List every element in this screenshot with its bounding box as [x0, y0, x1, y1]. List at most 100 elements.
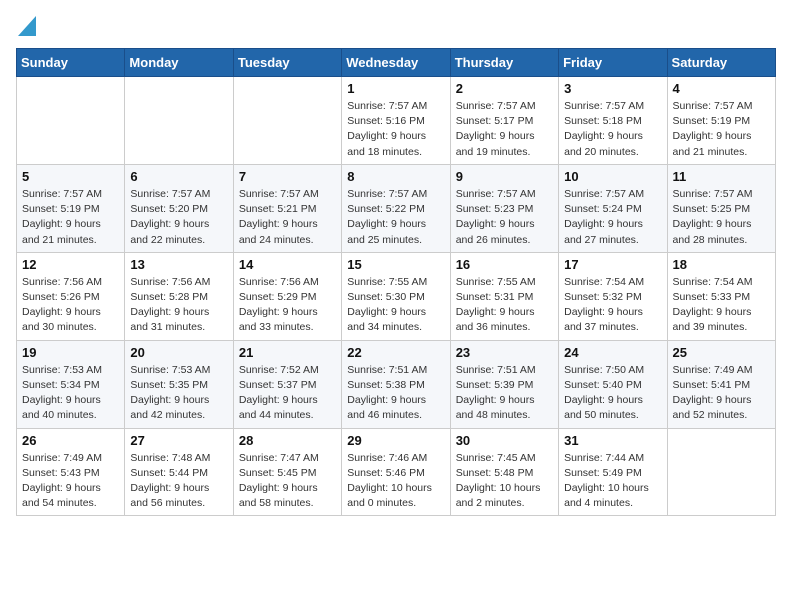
column-header-tuesday: Tuesday — [233, 49, 341, 77]
page-header — [16, 16, 776, 38]
calendar-cell: 22 Sunrise: 7:51 AMSunset: 5:38 PMDayligh… — [342, 340, 450, 428]
day-info: Sunrise: 7:57 AMSunset: 5:16 PMDaylight:… — [347, 99, 444, 160]
day-number: 1 — [347, 81, 444, 96]
calendar-header: SundayMondayTuesdayWednesdayThursdayFrid… — [17, 49, 776, 77]
day-number: 9 — [456, 169, 553, 184]
day-number: 22 — [347, 345, 444, 360]
day-number: 6 — [130, 169, 227, 184]
calendar-cell: 21 Sunrise: 7:52 AMSunset: 5:37 PMDayligh… — [233, 340, 341, 428]
calendar-cell: 18 Sunrise: 7:54 AMSunset: 5:33 PMDayligh… — [667, 252, 775, 340]
calendar-cell — [233, 77, 341, 165]
calendar-cell: 9 Sunrise: 7:57 AMSunset: 5:23 PMDaylight… — [450, 164, 558, 252]
calendar-week-2: 5 Sunrise: 7:57 AMSunset: 5:19 PMDaylight… — [17, 164, 776, 252]
day-info: Sunrise: 7:53 AMSunset: 5:35 PMDaylight:… — [130, 363, 227, 424]
day-info: Sunrise: 7:49 AMSunset: 5:41 PMDaylight:… — [673, 363, 770, 424]
calendar-cell: 20 Sunrise: 7:53 AMSunset: 5:35 PMDayligh… — [125, 340, 233, 428]
logo-icon — [18, 16, 36, 36]
day-number: 10 — [564, 169, 661, 184]
calendar-week-5: 26 Sunrise: 7:49 AMSunset: 5:43 PMDayligh… — [17, 428, 776, 516]
calendar-cell: 31 Sunrise: 7:44 AMSunset: 5:49 PMDayligh… — [559, 428, 667, 516]
calendar-cell: 12Sunrise: 7:56 AMSunset: 5:26 PMDayligh… — [17, 252, 125, 340]
calendar-cell: 19 Sunrise: 7:53 AMSunset: 5:34 PMDayligh… — [17, 340, 125, 428]
calendar-cell: 14Sunrise: 7:56 AMSunset: 5:29 PMDayligh… — [233, 252, 341, 340]
day-info: Sunrise: 7:57 AMSunset: 5:22 PMDaylight:… — [347, 187, 444, 248]
calendar-cell: 25 Sunrise: 7:49 AMSunset: 5:41 PMDayligh… — [667, 340, 775, 428]
day-number: 24 — [564, 345, 661, 360]
day-info: Sunrise: 7:51 AMSunset: 5:38 PMDaylight:… — [347, 363, 444, 424]
day-info: Sunrise: 7:57 AMSunset: 5:19 PMDaylight:… — [22, 187, 119, 248]
day-number: 21 — [239, 345, 336, 360]
calendar-cell: 11 Sunrise: 7:57 AMSunset: 5:25 PMDayligh… — [667, 164, 775, 252]
calendar-week-1: 1 Sunrise: 7:57 AMSunset: 5:16 PMDaylight… — [17, 77, 776, 165]
day-number: 15 — [347, 257, 444, 272]
column-header-sunday: Sunday — [17, 49, 125, 77]
day-info: Sunrise: 7:56 AMSunset: 5:28 PMDaylight:… — [130, 275, 227, 336]
calendar-cell: 27 Sunrise: 7:48 AMSunset: 5:44 PMDayligh… — [125, 428, 233, 516]
day-number: 25 — [673, 345, 770, 360]
day-info: Sunrise: 7:57 AMSunset: 5:20 PMDaylight:… — [130, 187, 227, 248]
day-info: Sunrise: 7:44 AMSunset: 5:49 PMDaylight:… — [564, 451, 661, 512]
calendar-table: SundayMondayTuesdayWednesdayThursdayFrid… — [16, 48, 776, 516]
day-info: Sunrise: 7:55 AMSunset: 5:30 PMDaylight:… — [347, 275, 444, 336]
day-info: Sunrise: 7:57 AMSunset: 5:21 PMDaylight:… — [239, 187, 336, 248]
day-info: Sunrise: 7:52 AMSunset: 5:37 PMDaylight:… — [239, 363, 336, 424]
calendar-cell: 17 Sunrise: 7:54 AMSunset: 5:32 PMDayligh… — [559, 252, 667, 340]
calendar-cell: 5 Sunrise: 7:57 AMSunset: 5:19 PMDaylight… — [17, 164, 125, 252]
day-number: 20 — [130, 345, 227, 360]
day-number: 30 — [456, 433, 553, 448]
day-number: 5 — [22, 169, 119, 184]
calendar-cell: 1 Sunrise: 7:57 AMSunset: 5:16 PMDaylight… — [342, 77, 450, 165]
column-header-wednesday: Wednesday — [342, 49, 450, 77]
day-info: Sunrise: 7:50 AMSunset: 5:40 PMDaylight:… — [564, 363, 661, 424]
day-number: 14 — [239, 257, 336, 272]
day-number: 27 — [130, 433, 227, 448]
day-info: Sunrise: 7:54 AMSunset: 5:33 PMDaylight:… — [673, 275, 770, 336]
day-number: 3 — [564, 81, 661, 96]
day-info: Sunrise: 7:57 AMSunset: 5:25 PMDaylight:… — [673, 187, 770, 248]
calendar-cell: 24 Sunrise: 7:50 AMSunset: 5:40 PMDayligh… — [559, 340, 667, 428]
day-info: Sunrise: 7:57 AMSunset: 5:18 PMDaylight:… — [564, 99, 661, 160]
day-info: Sunrise: 7:49 AMSunset: 5:43 PMDaylight:… — [22, 451, 119, 512]
day-info: Sunrise: 7:57 AMSunset: 5:23 PMDaylight:… — [456, 187, 553, 248]
calendar-cell — [17, 77, 125, 165]
day-number: 29 — [347, 433, 444, 448]
column-header-saturday: Saturday — [667, 49, 775, 77]
day-info: Sunrise: 7:54 AMSunset: 5:32 PMDaylight:… — [564, 275, 661, 336]
day-number: 19 — [22, 345, 119, 360]
day-info: Sunrise: 7:47 AMSunset: 5:45 PMDaylight:… — [239, 451, 336, 512]
day-number: 28 — [239, 433, 336, 448]
calendar-cell: 15 Sunrise: 7:55 AMSunset: 5:30 PMDayligh… — [342, 252, 450, 340]
calendar-cell: 28 Sunrise: 7:47 AMSunset: 5:45 PMDayligh… — [233, 428, 341, 516]
day-info: Sunrise: 7:48 AMSunset: 5:44 PMDaylight:… — [130, 451, 227, 512]
day-info: Sunrise: 7:45 AMSunset: 5:48 PMDaylight:… — [456, 451, 553, 512]
day-number: 7 — [239, 169, 336, 184]
day-info: Sunrise: 7:57 AMSunset: 5:17 PMDaylight:… — [456, 99, 553, 160]
calendar-body: 1 Sunrise: 7:57 AMSunset: 5:16 PMDaylight… — [17, 77, 776, 516]
day-info: Sunrise: 7:57 AMSunset: 5:24 PMDaylight:… — [564, 187, 661, 248]
calendar-cell: 26 Sunrise: 7:49 AMSunset: 5:43 PMDayligh… — [17, 428, 125, 516]
day-number: 13 — [130, 257, 227, 272]
day-info: Sunrise: 7:57 AMSunset: 5:19 PMDaylight:… — [673, 99, 770, 160]
column-header-thursday: Thursday — [450, 49, 558, 77]
day-number: 18 — [673, 257, 770, 272]
calendar-cell: 13 Sunrise: 7:56 AMSunset: 5:28 PMDayligh… — [125, 252, 233, 340]
day-info: Sunrise: 7:46 AMSunset: 5:46 PMDaylight:… — [347, 451, 444, 512]
calendar-cell: 30 Sunrise: 7:45 AMSunset: 5:48 PMDayligh… — [450, 428, 558, 516]
day-number: 11 — [673, 169, 770, 184]
day-info: Sunrise: 7:55 AMSunset: 5:31 PMDaylight:… — [456, 275, 553, 336]
calendar-week-4: 19 Sunrise: 7:53 AMSunset: 5:34 PMDayligh… — [17, 340, 776, 428]
day-number: 12 — [22, 257, 119, 272]
calendar-cell: 7 Sunrise: 7:57 AMSunset: 5:21 PMDaylight… — [233, 164, 341, 252]
day-number: 26 — [22, 433, 119, 448]
day-number: 31 — [564, 433, 661, 448]
calendar-cell: 3 Sunrise: 7:57 AMSunset: 5:18 PMDaylight… — [559, 77, 667, 165]
calendar-cell: 29 Sunrise: 7:46 AMSunset: 5:46 PMDayligh… — [342, 428, 450, 516]
day-number: 16 — [456, 257, 553, 272]
day-number: 23 — [456, 345, 553, 360]
day-info: Sunrise: 7:53 AMSunset: 5:34 PMDaylight:… — [22, 363, 119, 424]
calendar-cell: 4Sunrise: 7:57 AMSunset: 5:19 PMDaylight… — [667, 77, 775, 165]
calendar-cell — [125, 77, 233, 165]
day-number: 2 — [456, 81, 553, 96]
calendar-cell: 2 Sunrise: 7:57 AMSunset: 5:17 PMDaylight… — [450, 77, 558, 165]
day-number: 17 — [564, 257, 661, 272]
